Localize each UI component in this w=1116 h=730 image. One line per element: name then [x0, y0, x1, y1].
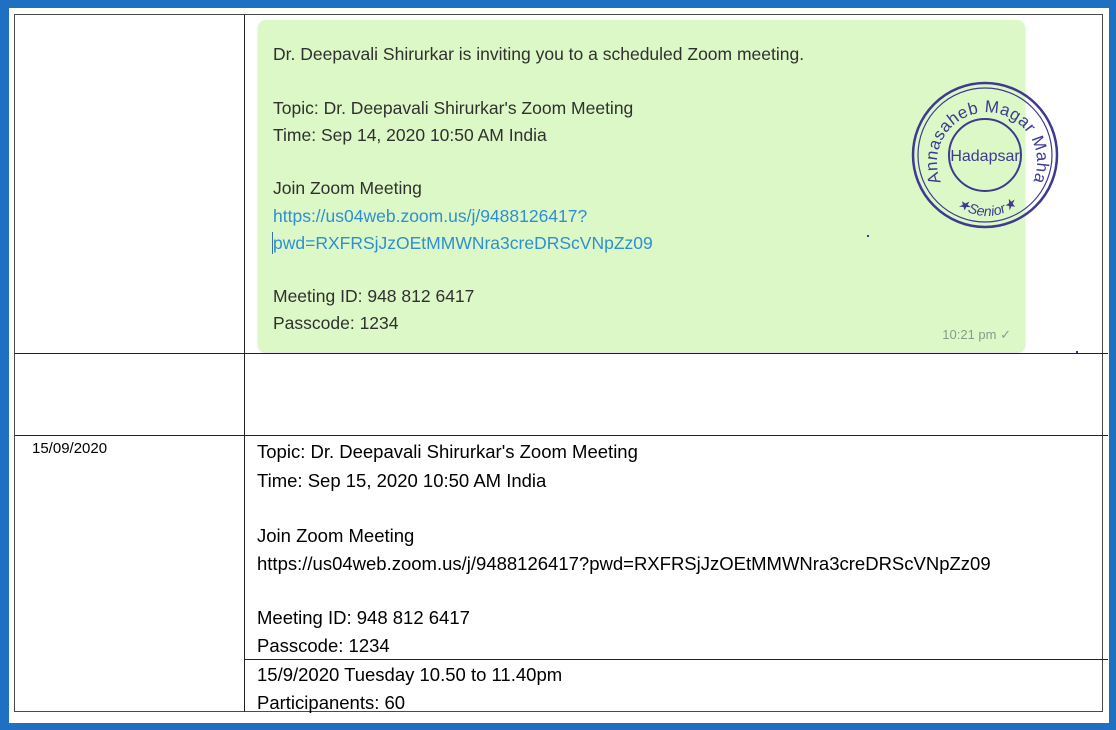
row-schedule: 15/9/2020 Tuesday 10.50 to 11.40pm	[257, 664, 563, 685]
stamp-center-text: Hadapsar	[950, 148, 1020, 165]
stamp-bottom-text: ★Senior★	[955, 193, 1020, 219]
invite-text: Dr. Deepavali Shirurkar is inviting you …	[273, 44, 805, 64]
row-divider	[15, 435, 1108, 436]
row-zoom-link[interactable]: https://us04web.zoom.us/j/9488126417?pwd…	[257, 553, 1107, 575]
ink-dot	[1076, 351, 1078, 353]
text-cursor	[272, 232, 273, 254]
join-label: Join Zoom Meeting	[273, 178, 422, 198]
row-meeting-id: Meeting ID: 948 812 6417	[257, 607, 470, 628]
row-divider	[15, 353, 1108, 354]
row-join-label: Join Zoom Meeting	[257, 525, 415, 546]
ink-dot	[867, 235, 869, 237]
stamp-ring-text: Annasaheb Magar Mahavidyalaya	[907, 78, 1052, 186]
row-topic: Topic: Dr. Deepavali Shirurkar's Zoom Me…	[257, 441, 638, 462]
zoom-link-line2[interactable]: pwd=RXFRSjJzOEtMMWNra3creDRScVNpZz09	[273, 233, 653, 254]
time-text: Time: Sep 14, 2020 10:50 AM India	[273, 125, 547, 145]
row-time: Time: Sep 15, 2020 10:50 AM India	[257, 470, 547, 491]
zoom-link-line1[interactable]: https://us04web.zoom.us/j/9488126417?	[273, 206, 587, 227]
column-divider	[244, 15, 245, 712]
message-timestamp: 10:21 pm ✓	[942, 327, 1011, 342]
row-passcode: Passcode: 1234	[257, 635, 390, 656]
row-divider	[244, 659, 1108, 660]
topic-text: Topic: Dr. Deepavali Shirurkar's Zoom Me…	[273, 98, 634, 118]
row-date: 15/09/2020	[32, 440, 108, 457]
meeting-id-text: Meeting ID: 948 812 6417	[273, 286, 475, 306]
svg-text:Annasaheb Magar Mahavidyalaya: Annasaheb Magar Mahavidyalaya	[907, 78, 1052, 186]
svg-text:★Senior★: ★Senior★	[955, 193, 1020, 219]
college-stamp: Annasaheb Magar Mahavidyalaya Hadapsar ★…	[907, 78, 1059, 229]
passcode-text: Passcode: 1234	[273, 313, 399, 333]
row-participants: Participanents: 60	[257, 692, 406, 713]
